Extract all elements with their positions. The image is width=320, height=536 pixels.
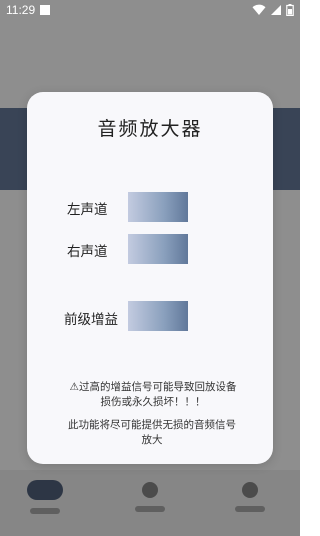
left-channel-label: 左声道	[67, 202, 108, 218]
right-channel-level-control[interactable]	[128, 234, 188, 264]
audio-amplifier-dialog: 音频放大器 左声道 右声道 前级增益 ⚠过高的增益信号可能导致回放设备损伤或永久…	[27, 92, 273, 464]
battery-icon	[286, 4, 294, 16]
status-bar: 11:29	[0, 0, 300, 20]
info-message: 此功能将尽可能提供无损的音频信号放大	[68, 419, 236, 446]
right-channel-label: 右声道	[67, 244, 108, 260]
dialog-title: 音频放大器	[97, 118, 203, 140]
preamp-gain-level-control[interactable]	[128, 301, 188, 331]
left-channel-level-control[interactable]	[128, 192, 188, 222]
warning-message: ⚠过高的增益信号可能导致回放设备损伤或永久损坏！！！	[69, 381, 237, 408]
notification-icon	[40, 5, 50, 15]
wifi-icon	[252, 4, 266, 15]
preamp-gain-label: 前级增益	[64, 312, 118, 328]
screen: 11:29 音频放大器 左声道 右声道 前级增益 ⚠过高的增益信号可能导致回放设…	[0, 0, 300, 536]
status-icons	[252, 4, 294, 16]
cellular-signal-icon	[271, 5, 282, 15]
status-time: 11:29	[6, 3, 36, 17]
